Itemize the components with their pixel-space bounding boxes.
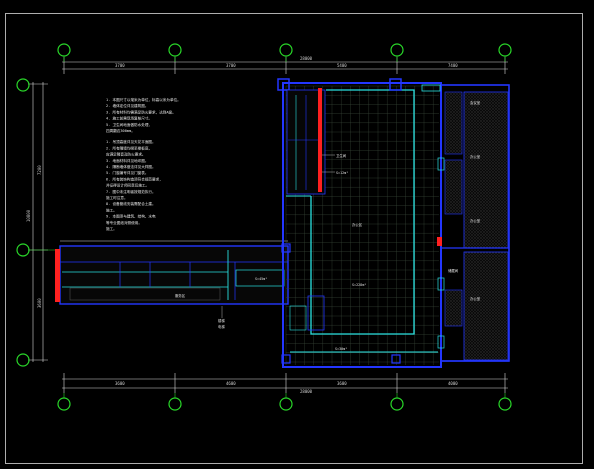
side-note: 储藏间	[448, 268, 459, 273]
bottom-grid-axes	[57, 393, 512, 411]
note-line: 9. 本图须与建筑、结构、水电	[106, 214, 156, 219]
note-line: 3. 地面材料详见地坪图。	[106, 158, 148, 163]
column	[389, 78, 402, 91]
note-line: 施工时注意。	[106, 195, 128, 200]
top-grid-axes	[57, 43, 512, 62]
main-hall-label: 办公区	[352, 222, 363, 227]
note-line: 5. 卫生间地面做防水处理，	[106, 122, 152, 127]
cad-viewport[interactable]: 28000 3700 3700 5400 7400 3600 4600 3600…	[0, 0, 594, 469]
main-hall-area: S=228m²	[352, 283, 366, 287]
note-line: 四周翻边300mm。	[106, 128, 135, 133]
floor-plan-drawing: 28000 3700 3700 5400 7400 3600 4600 3600…	[5, 13, 583, 464]
note-line: 4. 隔断墙体做法详见大样图。	[106, 164, 156, 169]
note-line: 并征得设计师同意后施工。	[106, 183, 149, 188]
note-line: 6. 所有装饰构造须符合规范要求，	[106, 176, 163, 181]
elev-label: 电梯	[218, 324, 225, 329]
grid-axis-bubble	[168, 43, 182, 57]
top-dim-3: 5400	[337, 63, 347, 68]
left-dim-1: 7200	[37, 165, 42, 175]
note-line: 1. 吊顶高度详见天花平面图。	[106, 139, 156, 144]
grid-axis-bubble	[390, 397, 404, 411]
note-line: 5. 门窗编号详见门窗表。	[106, 170, 148, 175]
bottom-total-dim: 28000	[300, 389, 313, 394]
note-line: 1. 本图尺寸以毫米为单位，标高以米为单位。	[106, 97, 181, 102]
top-dim-4: 7400	[448, 63, 458, 68]
lower-room-area: S=45m²	[255, 277, 267, 281]
glass-partition	[310, 89, 415, 335]
grid-axis-bubble	[57, 43, 71, 57]
right-room-2-label: 办公室	[470, 154, 481, 159]
top-total-dim: 28000	[300, 56, 313, 61]
grid-axis-bubble	[57, 397, 71, 411]
right-room-3-label: 办公室	[470, 218, 481, 223]
left-grid-axes	[16, 78, 62, 367]
grid-axis-bubble	[16, 353, 30, 367]
top-dim-1: 3700	[115, 63, 125, 68]
note-line: 应满足隔音及防火要求。	[106, 152, 146, 157]
bottom-dim-2: 4600	[226, 381, 236, 386]
note-line: 3. 所有材料均需满足防火要求，达到A级。	[106, 109, 176, 114]
note-line: 2. 墙体定位详见建筑图。	[106, 103, 148, 108]
leader-note-2: S=12m²	[336, 171, 348, 175]
bottom-dim-1: 3600	[115, 381, 125, 386]
note-line: 施工。	[106, 226, 117, 231]
bottom-strip-label: S=30m²	[335, 347, 347, 351]
note-line: 2. 所有隔墙均砌至楼板底，	[106, 145, 152, 150]
grid-axis-bubble	[16, 243, 30, 257]
general-notes: 1. 本图尺寸以毫米为单位，标高以米为单位。2. 墙体定位详见建筑图。3. 所有…	[106, 97, 181, 231]
note-line: 7. 图中未注明者按规范执行。	[106, 189, 156, 194]
grid-axis-bubble	[498, 397, 512, 411]
grid-axis-bubble	[168, 397, 182, 411]
column	[391, 354, 401, 364]
right-rooms: 会议室 办公室 办公室 办公室 储藏间	[421, 84, 510, 362]
bottom-dim-3: 3600	[337, 381, 347, 386]
top-dimension-row: 28000 3700 3700 5400 7400	[62, 56, 508, 74]
note-line: 施工。	[106, 207, 117, 212]
left-dimension-column: 10800 7200 3600	[26, 82, 48, 362]
grid-axis-bubble	[16, 78, 30, 92]
grid-axis-bubble	[390, 43, 404, 57]
red-accent-wall	[55, 249, 60, 302]
left-wing-label: 服务区	[175, 293, 186, 298]
left-total-dim: 10800	[26, 209, 31, 222]
bottom-dim-4: 4000	[448, 381, 458, 386]
grid-axis-bubble	[498, 43, 512, 57]
left-dim-2: 3600	[37, 298, 42, 308]
note-line: 4. 施工前需现场复核尺寸。	[106, 116, 152, 121]
right-room-1-label: 会议室	[470, 100, 481, 105]
grid-axis-bubble	[279, 397, 293, 411]
stair-label: 楼梯	[218, 318, 225, 323]
right-room-4-label: 办公室	[470, 296, 481, 301]
top-dim-2: 3700	[226, 63, 236, 68]
grid-axis-bubble	[279, 43, 293, 57]
left-wing: 服务区 S=45m²	[55, 240, 289, 305]
main-hall: 办公区 S=228m² S=30m² 卫生间 S=12m² 楼梯 电梯	[218, 78, 442, 368]
bottom-dimension-row: 3600 4600 3600 4000 28000	[62, 373, 508, 394]
red-door-mark	[437, 237, 442, 246]
leader-note-1: 卫生间	[336, 153, 347, 158]
red-accent-wall	[318, 88, 322, 192]
note-line: 8. 设备管线安装需配合土建。	[106, 201, 156, 206]
note-line: 等专业图纸对照使用。	[106, 220, 142, 225]
